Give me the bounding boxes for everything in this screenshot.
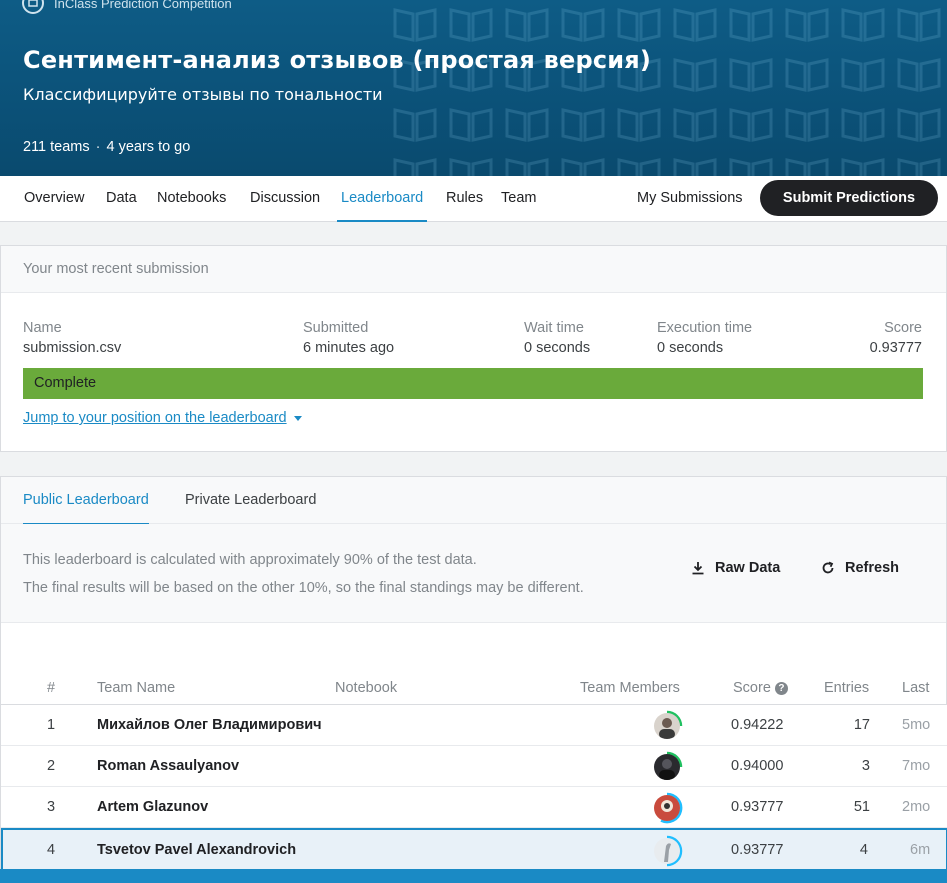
row-last: 7mo: [902, 758, 931, 774]
refresh-button[interactable]: Refresh: [821, 560, 899, 576]
jump-to-position-link[interactable]: Jump to your position on the leaderboard: [23, 410, 302, 426]
refresh-icon: [822, 561, 834, 574]
name-value: submission.csv: [23, 340, 122, 356]
tab-notebooks[interactable]: Notebooks: [157, 176, 226, 222]
competition-header: InClass Prediction Competition Сентимент…: [0, 0, 947, 176]
col-entries: Entries: [824, 680, 870, 696]
recent-submission-card: Your most recent submission Name submiss…: [0, 245, 947, 452]
row-team-name[interactable]: Михайлов Олег Владимирович: [97, 717, 322, 733]
meta-separator: ·: [95, 139, 101, 155]
row-score: 0.93777: [731, 842, 784, 858]
table-row[interactable]: 3 Artem Glazunov 0.93777 51 2mo: [1, 787, 947, 828]
submitted-value: 6 minutes ago: [303, 340, 395, 356]
avatar[interactable]: [651, 751, 683, 783]
row-team-name[interactable]: Roman Assaulyanov: [97, 758, 239, 774]
wait-time-value: 0 seconds: [524, 340, 591, 356]
raw-data-button[interactable]: Raw Data: [691, 560, 780, 576]
wait-time-label: Wait time: [524, 320, 584, 336]
row-rank: 3: [47, 799, 56, 815]
row-last: 5mo: [902, 717, 931, 733]
avatar[interactable]: [651, 835, 683, 867]
tab-leaderboard[interactable]: Leaderboard: [336, 176, 428, 222]
score-value: 0.93777: [869, 340, 922, 356]
col-last: Last: [902, 680, 930, 696]
status-complete-bar: Complete: [23, 368, 923, 399]
row-team-name[interactable]: Tsvetov Pavel Alexandrovich: [97, 842, 296, 858]
row-last: 2mo: [902, 799, 931, 815]
col-score-label: Score: [733, 680, 771, 696]
jump-link-label: Jump to your position on the leaderboard: [23, 410, 287, 426]
competition-type-label: InClass Prediction Competition: [54, 0, 232, 11]
table-row-current-user[interactable]: 4 Tsvetov Pavel Alexandrovich 0.93777 4 …: [1, 828, 947, 869]
download-icon: [692, 562, 704, 575]
refresh-label: Refresh: [845, 560, 899, 576]
row-entries: 51: [853, 799, 870, 815]
col-rank: #: [47, 680, 56, 696]
bottom-highlight-strip: [0, 869, 947, 883]
row-rank: 1: [47, 717, 56, 733]
raw-data-label: Raw Data: [715, 560, 781, 576]
name-label: Name: [23, 320, 62, 336]
submission-wait-time: Wait time 0 seconds: [524, 320, 590, 356]
execution-time-label: Execution time: [657, 320, 753, 336]
notice-line-2: The final results will be based on the o…: [23, 580, 584, 596]
submission-execution-time: Execution time 0 seconds: [657, 320, 752, 356]
col-notebook: Notebook: [335, 680, 398, 696]
score-label: Score: [884, 320, 922, 336]
col-team-members: Team Members: [580, 680, 680, 696]
row-entries: 17: [853, 717, 870, 733]
row-entries: 4: [859, 842, 868, 858]
avatar[interactable]: [651, 710, 683, 742]
tab-public-leaderboard[interactable]: Public Leaderboard: [23, 477, 149, 525]
row-last: 6m: [910, 842, 931, 858]
col-score: Score?: [733, 680, 788, 696]
tab-data[interactable]: Data: [106, 176, 137, 222]
recent-submission-heading: Your most recent submission: [1, 246, 946, 293]
my-submissions-link[interactable]: My Submissions: [637, 176, 743, 221]
deadline: 4 years to go: [106, 139, 191, 155]
row-score: 0.94222: [731, 717, 784, 733]
help-icon[interactable]: ?: [774, 682, 788, 695]
competition-title: Сентимент-анализ отзывов (простая версия…: [23, 46, 652, 74]
submit-predictions-button[interactable]: Submit Predictions: [760, 180, 938, 216]
row-team-name[interactable]: Artem Glazunov: [97, 799, 208, 815]
tab-team[interactable]: Team: [501, 176, 536, 222]
competition-type: InClass Prediction Competition: [22, 0, 232, 14]
submission-score: Score 0.93777: [870, 320, 922, 356]
competition-nav: Overview Data Notebooks Discussion Leade…: [0, 176, 947, 222]
tab-private-leaderboard[interactable]: Private Leaderboard: [185, 477, 316, 524]
notice-line-1: This leaderboard is calculated with appr…: [23, 552, 477, 568]
row-score: 0.94000: [731, 758, 784, 774]
teams-count: 211 teams: [23, 139, 90, 155]
table-row[interactable]: 1 Михайлов Олег Владимирович 0.94222 17 …: [1, 705, 947, 746]
row-rank: 2: [47, 758, 56, 774]
competition-icon: [22, 0, 44, 14]
row-entries: 3: [861, 758, 870, 774]
submission-submitted: Submitted 6 minutes ago: [303, 320, 394, 356]
submitted-label: Submitted: [303, 320, 369, 336]
tab-rules[interactable]: Rules: [446, 176, 483, 222]
col-team-name: Team Name: [97, 680, 176, 696]
row-rank: 4: [47, 842, 56, 858]
tab-discussion[interactable]: Discussion: [250, 176, 320, 222]
caret-down-icon: [293, 415, 302, 421]
leaderboard-tabs: Public Leaderboard Private Leaderboard: [1, 477, 946, 525]
leaderboard-table-header: # Team Name Notebook Team Members Score?…: [1, 677, 947, 705]
avatar[interactable]: [651, 792, 683, 824]
row-score: 0.93777: [731, 799, 784, 815]
competition-meta: 211 teams · 4 years to go: [23, 139, 190, 155]
tab-overview[interactable]: Overview: [24, 176, 84, 222]
leaderboard-card: Public Leaderboard Private Leaderboard T…: [0, 476, 947, 883]
submission-name: Name submission.csv: [23, 320, 121, 356]
leaderboard-notice: This leaderboard is calculated with appr…: [1, 524, 946, 623]
table-row[interactable]: 2 Roman Assaulyanov 0.94000 3 7mo: [1, 746, 947, 787]
competition-subtitle: Классифицируйте отзывы по тональности: [23, 85, 383, 104]
book-pattern-background: [387, 0, 947, 176]
execution-time-value: 0 seconds: [657, 340, 724, 356]
